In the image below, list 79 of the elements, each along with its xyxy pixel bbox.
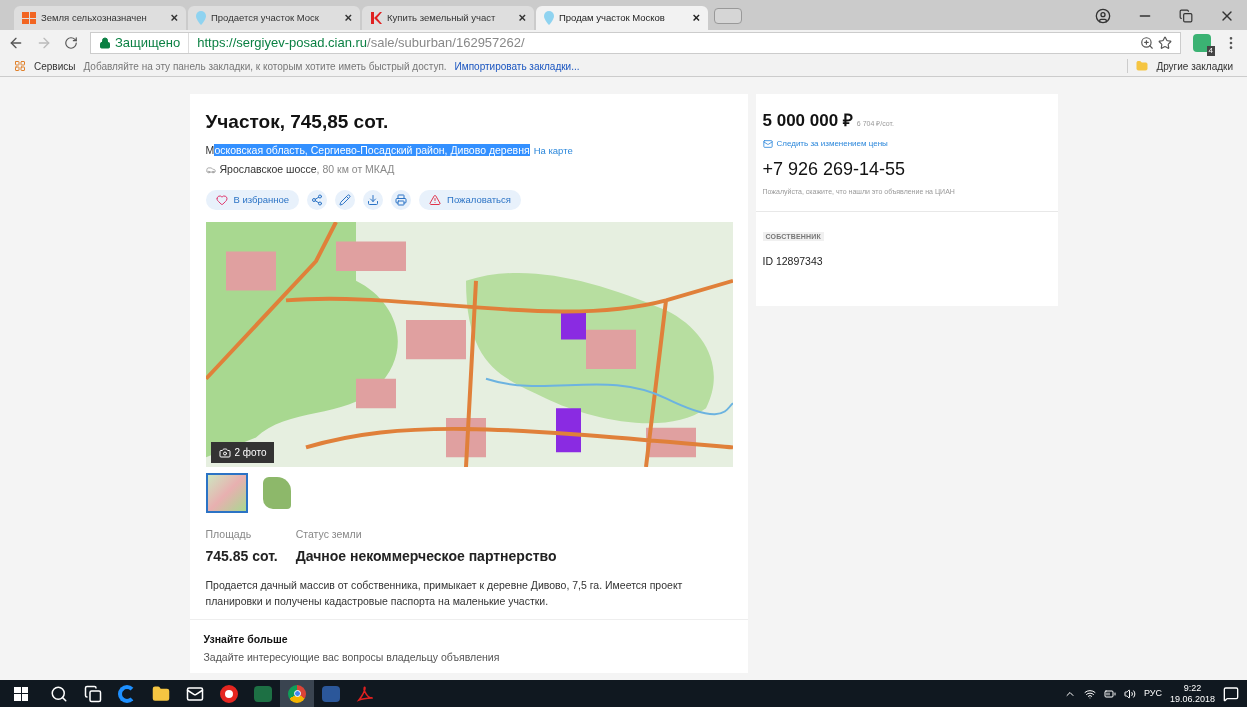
language-indicator[interactable]: РУС — [1143, 686, 1162, 701]
tab-close-button[interactable]: × — [170, 8, 178, 28]
owner-id: ID 12897343 — [762, 254, 824, 269]
mail-icon — [762, 138, 773, 149]
battery-icon[interactable] — [1103, 687, 1116, 700]
icon-button[interactable] — [307, 190, 328, 210]
tab-title: Продам участок Москов — [559, 10, 666, 25]
bookmark-star-icon[interactable] — [1158, 36, 1172, 50]
notifications-icon[interactable] — [1223, 685, 1239, 702]
browser-tab[interactable]: Продам участок Москов × — [536, 6, 708, 30]
address-text: Московская область, Сергиево-Посадский район, Дивово деревня — [205, 142, 530, 158]
task-view-icon — [84, 684, 102, 703]
printer-icon — [395, 194, 408, 206]
clock-time: 9:22 — [1183, 682, 1202, 694]
zoom-icon[interactable] — [1140, 36, 1154, 50]
map-link[interactable]: На карте — [533, 143, 573, 158]
tab-close-button[interactable]: × — [518, 8, 526, 28]
camera-icon — [218, 446, 231, 459]
price-text: 5 000 000 ₽ — [762, 110, 853, 132]
tab-close-button[interactable]: × — [344, 8, 352, 28]
extension-badge: 4 — [1206, 46, 1215, 56]
pin-icon — [544, 11, 554, 25]
fact-value: 745.85 сот. — [205, 546, 278, 566]
address-field[interactable]: Защищено https://sergiyev-posad.cian.ru/sale/suburban/162957262/ — [90, 32, 1181, 54]
fact-label: Площадь — [205, 527, 253, 542]
clock-date: 19.06.2018 — [1169, 693, 1215, 705]
url-text: https://sergiyev-posad.cian.ru/sale/suburban/162957262/ — [196, 34, 525, 53]
phone-number: +7 926 269-14-55 — [762, 157, 907, 181]
import-bookmarks-link[interactable]: Импортировать закладки... — [454, 58, 580, 74]
speaker-icon[interactable] — [1123, 687, 1136, 700]
fact-value: Дачное некоммерческое партнерство — [295, 546, 557, 566]
restore-icon[interactable] — [1179, 9, 1193, 23]
reload-icon[interactable] — [64, 36, 78, 50]
lock-icon — [99, 37, 111, 49]
grid-icon — [22, 12, 36, 24]
secure-label: Защищено — [115, 33, 190, 53]
description-text: Продается дачный массив от собственника, примыкает к деревне Дивово, 7,5 га. Имеется проект планировки и получены кадастровые паспорта на маленькие участки. — [205, 577, 684, 609]
tab-title: Земля сельхозназначен — [41, 10, 148, 25]
tab-title: Купить земельный участ — [387, 10, 497, 25]
apps-link[interactable]: Сервисы — [34, 58, 76, 74]
windows-logo-icon[interactable] — [14, 686, 28, 701]
wifi-icon[interactable] — [1083, 687, 1096, 700]
pin-icon — [196, 11, 206, 25]
folder-icon — [152, 684, 170, 703]
car-icon — [205, 165, 216, 176]
bookmarks-hint: Добавляйте на эту панель закладки, к которым хотите иметь быстрый доступ. — [83, 59, 447, 74]
pencil-icon — [339, 194, 352, 206]
search-icon — [50, 684, 68, 703]
photo-count-badge[interactable]: 2 фото — [210, 442, 275, 463]
watch-price-link[interactable]: Следить за изменением цены — [776, 137, 888, 150]
icon-button[interactable] — [363, 190, 384, 210]
tab-title: Продается участок Моск — [211, 10, 321, 25]
download-icon — [367, 194, 380, 206]
profile-icon[interactable] — [1095, 8, 1111, 24]
action-button[interactable]: В избранное — [205, 190, 300, 210]
listing-title: Участок, 745,85 сот. — [205, 110, 390, 134]
browser-tab[interactable]: Купить земельный участ × — [362, 6, 534, 30]
apps-icon[interactable] — [14, 60, 26, 72]
back-icon[interactable] — [8, 35, 24, 51]
more-title: Узнайте больше — [203, 631, 289, 647]
other-bookmarks-link[interactable]: Другие закладки — [1156, 58, 1233, 74]
icon-button[interactable] — [391, 190, 412, 210]
share-icon — [311, 194, 324, 206]
chrome-logo-icon — [288, 684, 306, 703]
action-button[interactable]: Пожаловаться — [419, 190, 521, 210]
tab-close-button[interactable]: × — [692, 8, 700, 28]
pdf-icon — [356, 684, 374, 703]
highway-text: Ярославское шоссе, 80 км от МКАД — [219, 162, 395, 178]
browser-tab[interactable]: Земля сельхозназначен × — [14, 6, 186, 30]
photo-thumbnail[interactable] — [205, 473, 248, 513]
icon-button[interactable] — [335, 190, 356, 210]
warning-icon — [429, 194, 442, 206]
k-logo-icon — [370, 12, 382, 24]
fact-label: Статус земли — [295, 527, 363, 542]
mail-icon — [186, 684, 204, 703]
clock[interactable]: 9:22 19.06.2018 — [1169, 682, 1215, 705]
heart-icon — [215, 194, 228, 206]
browser-tab[interactable]: Продается участок Моск × — [188, 6, 360, 30]
more-text: Задайте интересующие вас вопросы владельцу объявления — [203, 649, 501, 665]
